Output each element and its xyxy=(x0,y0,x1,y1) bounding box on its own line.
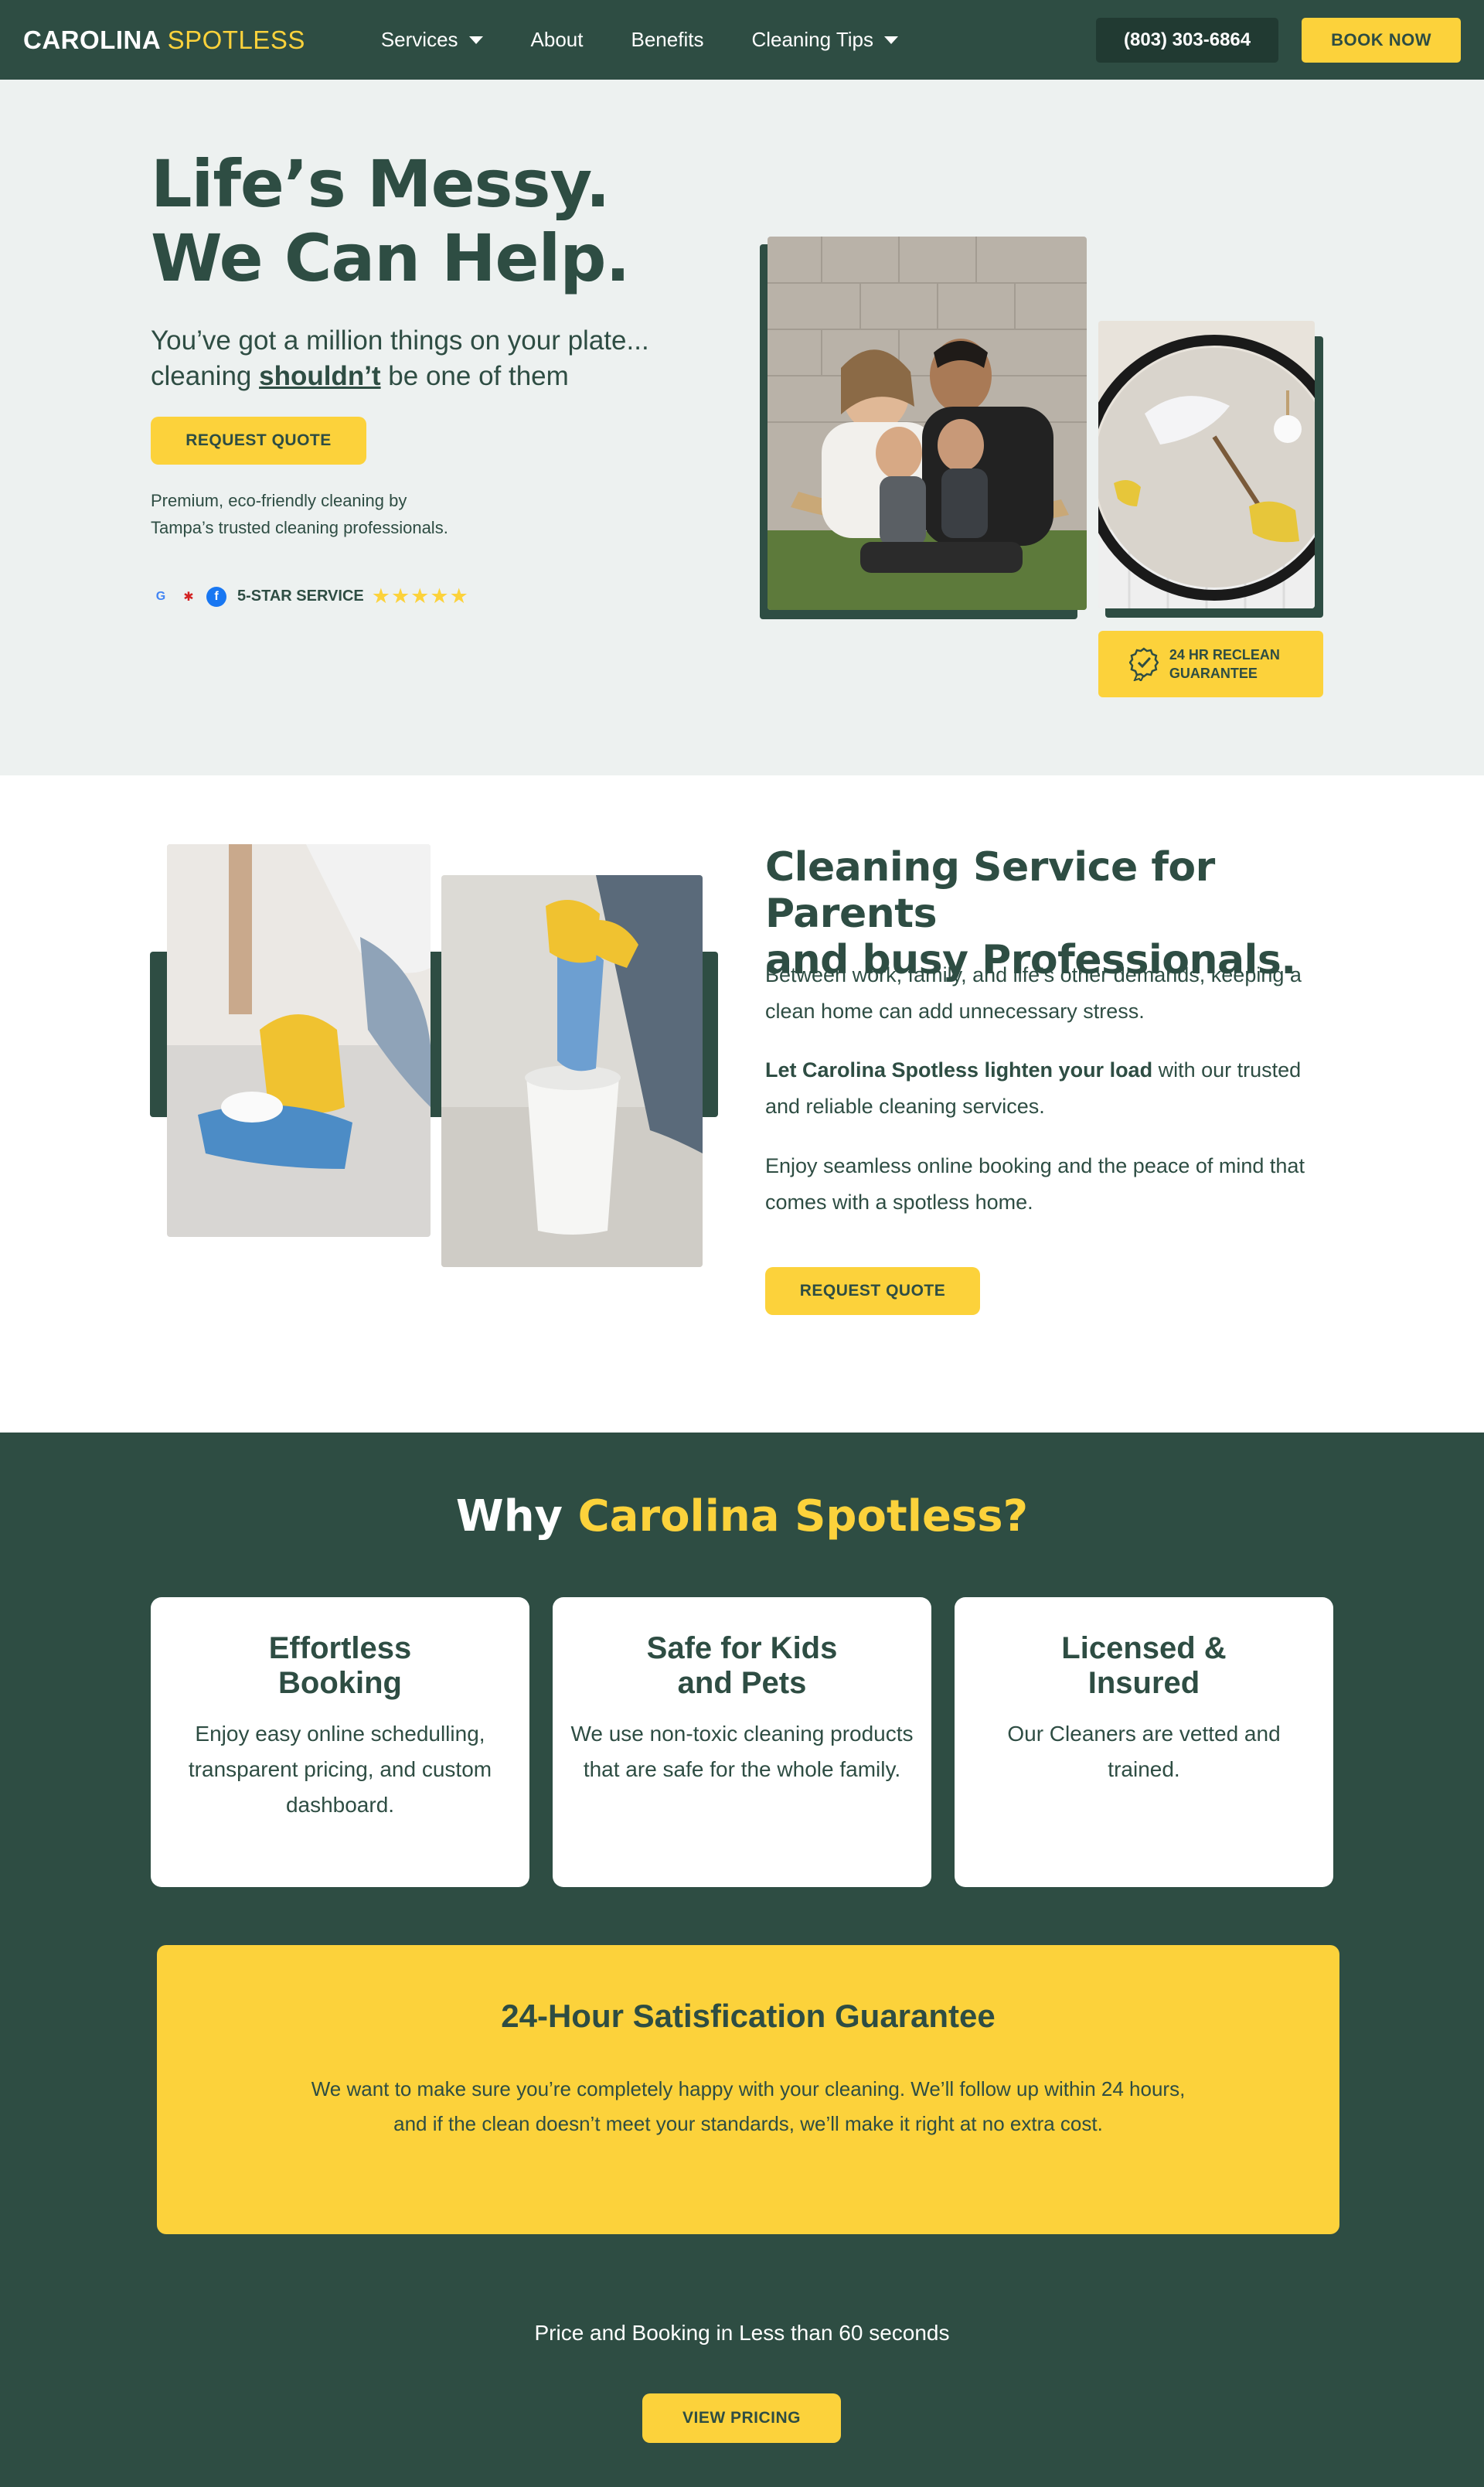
guarantee-text: 24 HR RECLEAN GUARANTEE xyxy=(1169,646,1323,683)
facebook-icon: f xyxy=(206,586,226,607)
hero-sub-suffix: be one of them xyxy=(380,361,569,391)
nav-link-label: About xyxy=(530,28,584,51)
nav-link-about[interactable]: About xyxy=(531,28,584,52)
why-section: Why Carolina Spotless? Effortless Bookin… xyxy=(0,1433,1484,2487)
rating-row: G ✱ f 5-STAR SERVICE ★★★★★ xyxy=(151,584,469,608)
hero-title-line-1: Life’s Messy. xyxy=(151,146,611,222)
wiping-floor-illustration xyxy=(167,844,431,1237)
duster-photo-illustration xyxy=(1098,321,1315,608)
yelp-icon: ✱ xyxy=(183,590,194,604)
why-title-prefix: Why xyxy=(455,1491,578,1542)
nav-link-label: Cleaning Tips xyxy=(751,28,873,51)
card-title-line-2: Booking xyxy=(278,1666,402,1700)
card-title: Effortless Booking xyxy=(166,1631,514,1701)
guarantee-line-2: GUARANTEE xyxy=(1169,666,1258,681)
why-title: Why Carolina Spotless? xyxy=(0,1491,1484,1542)
why-title-accent: Carolina Spotless? xyxy=(577,1491,1029,1542)
bucket-photo xyxy=(441,875,703,1267)
nav-actions: (803) 303-6864 BOOK NOW xyxy=(1095,17,1461,63)
nav-link-cleaning-tips[interactable]: Cleaning Tips xyxy=(751,28,898,52)
wiping-floor-photo xyxy=(167,844,431,1237)
bucket-illustration xyxy=(441,875,703,1267)
star-rating: ★★★★★ xyxy=(371,584,469,608)
duster-photo xyxy=(1098,321,1315,608)
hero-sub-strong: shouldn’t xyxy=(259,361,381,391)
nav-link-label: Services xyxy=(380,28,458,51)
guarantee-line-1: 24 HR RECLEAN xyxy=(1169,647,1280,663)
request-quote-button[interactable]: REQUEST QUOTE xyxy=(151,417,366,465)
google-icon: G xyxy=(155,589,166,603)
card-title-line-2: Insured xyxy=(1087,1666,1200,1700)
book-now-button[interactable]: BOOK NOW xyxy=(1302,17,1461,63)
hero-description: Premium, eco-friendly cleaning by Tampa’… xyxy=(151,487,553,541)
card-title: Licensed & Insured xyxy=(970,1631,1318,1701)
top-nav: CAROLINA SPOTLESS Services About Benefit… xyxy=(0,0,1484,80)
pricing-tagline: Price and Booking in Less than 60 second… xyxy=(534,2321,950,2345)
banner-title: 24-Hour Satisfication Guarantee xyxy=(501,1998,996,2034)
section-title-line-1: Cleaning Service for Parents xyxy=(765,844,1215,937)
logo[interactable]: CAROLINA SPOTLESS xyxy=(23,26,305,55)
feature-card-safe: Safe for Kids and Pets We use non-toxic … xyxy=(553,1597,931,1887)
section-paragraph-2-strong: Let Carolina Spotless lighten your load xyxy=(765,1058,1153,1082)
card-title: Safe for Kids and Pets xyxy=(568,1631,916,1701)
satisfaction-guarantee-banner: 24-Hour Satisfication Guarantee We want … xyxy=(157,1945,1339,2234)
nav-links: Services About Benefits Cleaning Tips xyxy=(381,28,898,52)
nav-link-benefits[interactable]: Benefits xyxy=(631,28,704,52)
hero-title: Life’s Messy. We Can Help. xyxy=(151,146,630,296)
nav-link-services[interactable]: Services xyxy=(381,28,483,52)
card-title-line-1: Licensed & xyxy=(1061,1631,1227,1665)
hero-sub-prefix: cleaning xyxy=(151,361,260,391)
parents-section: Cleaning Service for Parents and busy Pr… xyxy=(0,775,1484,1433)
logo-accent: SPOTLESS xyxy=(167,25,305,54)
card-body: We use non-toxic cleaning products that … xyxy=(570,1722,914,1781)
section-paragraph-2: Let Carolina Spotless lighten your load … xyxy=(765,1052,1329,1125)
card-title-line-1: Effortless xyxy=(268,1631,412,1665)
view-pricing-button[interactable]: VIEW PRICING xyxy=(642,2393,841,2443)
family-photo xyxy=(768,237,1087,610)
hero-desc-line-2: Tampa’s trusted cleaning professionals. xyxy=(151,518,448,537)
section-paragraph-1: Between work, family, and life’s other d… xyxy=(765,963,1302,1023)
card-title-line-2: and Pets xyxy=(677,1666,807,1700)
rating-label: 5-STAR SERVICE xyxy=(237,588,364,605)
section-paragraph-3: Enjoy seamless online booking and the pe… xyxy=(765,1154,1305,1214)
chevron-down-icon xyxy=(468,36,483,44)
hero-section: Life’s Messy. We Can Help. You’ve got a … xyxy=(0,80,1484,775)
hero-subtitle-line-2: cleaning shouldn’t be one of them xyxy=(151,359,649,394)
request-quote-button[interactable]: REQUEST QUOTE xyxy=(765,1267,980,1315)
chevron-down-icon xyxy=(884,36,898,44)
hero-subtitle-line-1: You’ve got a million things on your plat… xyxy=(151,325,649,356)
card-body: Enjoy easy online schedulling, transpare… xyxy=(188,1722,492,1817)
card-title-line-1: Safe for Kids xyxy=(646,1631,838,1665)
reclean-guarantee-badge: 24 HR RECLEAN GUARANTEE xyxy=(1098,631,1323,697)
feature-card-licensed: Licensed & Insured Our Cleaners are vett… xyxy=(955,1597,1333,1887)
hero-title-line-2: We Can Help. xyxy=(151,220,630,296)
banner-line-2: and if the clean doesn’t meet your stand… xyxy=(393,2112,1103,2135)
hero-desc-line-1: Premium, eco-friendly cleaning by xyxy=(151,491,407,510)
family-photo-illustration xyxy=(768,237,1087,610)
phone-button[interactable]: (803) 303-6864 xyxy=(1095,17,1279,63)
nav-link-label: Benefits xyxy=(631,28,704,51)
hero-subtitle: You’ve got a million things on your plat… xyxy=(151,323,649,394)
logo-main: CAROLINA xyxy=(23,25,168,54)
banner-body: We want to make sure you’re completely h… xyxy=(246,2072,1251,2141)
banner-line-1: We want to make sure you’re completely h… xyxy=(311,2077,1186,2100)
card-body: Our Cleaners are vetted and trained. xyxy=(1007,1722,1281,1781)
badge-check-icon xyxy=(1129,647,1159,681)
feature-card-booking: Effortless Booking Enjoy easy online sch… xyxy=(151,1597,529,1887)
